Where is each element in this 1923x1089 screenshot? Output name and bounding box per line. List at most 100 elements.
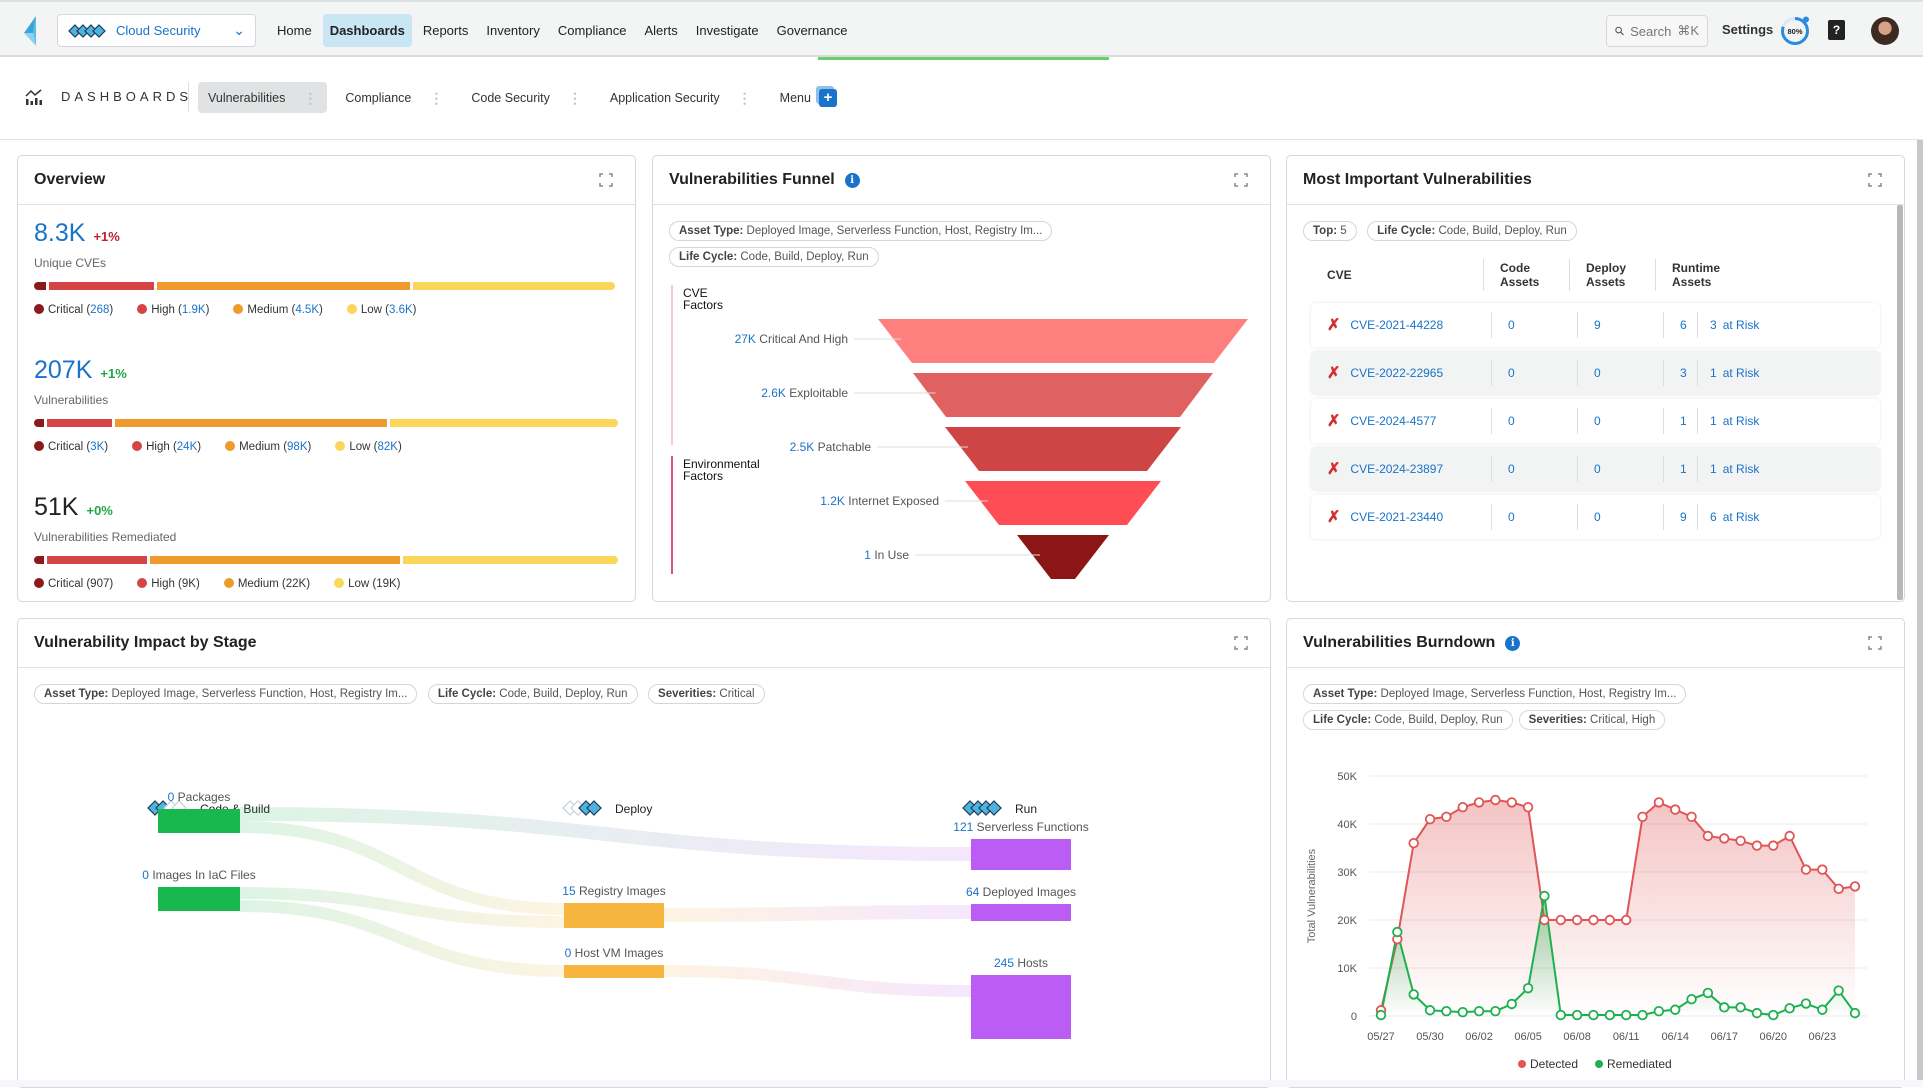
point-remediated[interactable] (1719, 1002, 1730, 1013)
legend-item-low[interactable]: Low (3.6K) (346, 304, 417, 316)
at-risk-label[interactable]: at Risk (1723, 462, 1760, 476)
sankey-node-serverless[interactable] (971, 839, 1071, 870)
point-remediated[interactable] (1375, 1009, 1387, 1021)
severity-segment-low[interactable] (390, 419, 618, 427)
panel-scrollbar[interactable] (1897, 205, 1903, 600)
sankey-node-hosts[interactable] (971, 975, 1071, 1039)
severity-segment-high[interactable] (47, 556, 148, 564)
filter-chip-top[interactable]: Top: 5 (1303, 221, 1357, 241)
funnel-stage-in-use[interactable] (1017, 535, 1109, 579)
point-remediated[interactable] (1539, 890, 1550, 902)
point-remediated[interactable] (1424, 1005, 1436, 1016)
point-detected[interactable] (1637, 811, 1648, 823)
runtime-assets-cell[interactable]: 6 (1663, 312, 1697, 338)
legend-value[interactable]: 907 (90, 578, 109, 590)
runtime-assets-cell[interactable]: 3 (1663, 360, 1697, 386)
point-remediated[interactable] (1817, 1004, 1828, 1015)
legend-marker-remediated[interactable] (1595, 1060, 1603, 1068)
point-remediated[interactable] (1473, 1006, 1485, 1017)
expand-icon[interactable] (1868, 173, 1882, 187)
point-remediated[interactable] (1571, 1009, 1583, 1021)
legend-item-low[interactable]: Low (82K) (335, 441, 402, 453)
at-risk-count[interactable]: 1 (1710, 414, 1717, 428)
funnel-stage-patchable[interactable] (945, 427, 1181, 471)
sankey-node-value[interactable]: 64 (966, 885, 980, 899)
settings-link[interactable]: Settings (1722, 22, 1773, 37)
tab-code-security[interactable]: Code Security ⋮ (461, 82, 592, 113)
legend-item-medium[interactable]: Medium (22K) (223, 578, 310, 590)
point-remediated[interactable] (1522, 982, 1534, 994)
kebab-menu-icon[interactable]: ⋮ (429, 91, 443, 105)
stat-value[interactable]: 207K (34, 356, 92, 384)
legend-item-low[interactable]: Low (19K) (334, 578, 401, 590)
sankey-node-value[interactable]: 245 (994, 956, 1014, 970)
legend-item-high[interactable]: High (24K) (132, 441, 201, 453)
help-book-icon[interactable]: ? (1828, 20, 1845, 40)
filter-chip-severities[interactable]: Severities: Critical (648, 684, 765, 704)
filter-chip-severities[interactable]: Severities: Critical, High (1518, 710, 1666, 730)
legend-value[interactable]: 1.9K (182, 304, 206, 316)
point-detected[interactable] (1653, 797, 1665, 808)
point-remediated[interactable] (1686, 993, 1697, 1005)
point-remediated[interactable] (1588, 1009, 1599, 1021)
severity-segment-low[interactable] (402, 556, 618, 564)
tab-vulnerabilities[interactable]: Vulnerabilities ⋮ (198, 82, 328, 113)
at-risk-count[interactable]: 3 (1710, 318, 1717, 332)
sankey-node-value[interactable]: 121 (953, 820, 973, 834)
point-remediated[interactable] (1670, 1004, 1681, 1015)
cve-link[interactable]: CVE-2021-23440 (1350, 510, 1443, 524)
nav-compliance[interactable]: Compliance (551, 14, 634, 47)
point-detected[interactable] (1457, 802, 1468, 813)
filter-chip-life-cycle[interactable]: Life Cycle: Code, Build, Deploy, Run (1303, 710, 1513, 730)
kebab-menu-icon[interactable]: ⋮ (303, 91, 317, 105)
funnel-stage-critical-and-high[interactable] (878, 319, 1248, 363)
table-row[interactable]: ✗ CVE-2024-23897 0 0 1 1 at Risk (1311, 447, 1880, 491)
info-icon[interactable]: i (844, 172, 860, 188)
filter-chip-life-cycle[interactable]: Life Cycle: Code, Build, Deploy, Run (427, 684, 638, 704)
legend-value[interactable]: 3K (90, 441, 104, 453)
point-detected[interactable] (1702, 830, 1714, 842)
point-detected[interactable] (1849, 881, 1861, 892)
point-detected[interactable] (1571, 914, 1583, 926)
point-remediated[interactable] (1702, 987, 1714, 999)
point-remediated[interactable] (1800, 998, 1812, 1009)
onboarding-progress-ring[interactable]: 80% (1780, 16, 1810, 46)
point-detected[interactable] (1490, 794, 1501, 806)
point-detected[interactable] (1588, 914, 1599, 926)
header-cve[interactable]: CVE (1303, 259, 1483, 291)
add-dashboard-icon[interactable]: + (818, 88, 837, 107)
point-detected[interactable] (1800, 864, 1812, 875)
point-detected[interactable] (1620, 914, 1632, 926)
point-detected[interactable] (1522, 802, 1534, 813)
table-row[interactable]: ✗ CVE-2021-44228 0 9 6 3 at Risk (1311, 303, 1880, 347)
at-risk-cell[interactable]: 1 at Risk (1697, 456, 1759, 482)
severity-segment-medium[interactable] (157, 282, 411, 290)
funnel-stage-internet-exposed[interactable] (965, 481, 1161, 525)
at-risk-count[interactable]: 1 (1710, 462, 1717, 476)
legend-value[interactable]: 82K (377, 441, 397, 453)
code-assets-cell[interactable]: 0 (1491, 408, 1577, 434)
legend-value[interactable]: 9K (182, 578, 196, 590)
filter-chip-asset-type[interactable]: Asset Type: Deployed Image, Serverless F… (1303, 684, 1687, 704)
header-code-assets[interactable]: Code Assets (1483, 259, 1569, 291)
legend-item-medium[interactable]: Medium (98K) (225, 441, 311, 453)
sankey-link-registry-deployed[interactable] (663, 905, 972, 922)
legend-item-critical[interactable]: Critical (268) (34, 304, 113, 316)
point-remediated[interactable] (1604, 1009, 1616, 1021)
point-remediated[interactable] (1506, 998, 1517, 1010)
deploy-assets-cell[interactable]: 0 (1577, 456, 1663, 482)
code-assets-cell[interactable]: 0 (1491, 312, 1577, 338)
point-remediated[interactable] (1833, 985, 1844, 996)
filter-chip-life-cycle[interactable]: Life Cycle: Code, Build, Deploy, Run (1367, 221, 1577, 241)
at-risk-label[interactable]: at Risk (1723, 510, 1760, 524)
at-risk-cell[interactable]: 1 at Risk (1697, 360, 1759, 386)
point-detected[interactable] (1735, 835, 1746, 847)
filter-chip-asset-type[interactable]: Asset Type: Deployed Image, Serverless F… (34, 684, 418, 704)
point-detected[interactable] (1424, 813, 1436, 825)
point-detected[interactable] (1719, 833, 1730, 844)
point-remediated[interactable] (1768, 1009, 1779, 1021)
dashboard-menu-button[interactable]: Menu + (770, 82, 847, 113)
severity-segment-high[interactable] (46, 419, 112, 427)
expand-icon[interactable] (1234, 636, 1248, 650)
runtime-assets-cell[interactable]: 1 (1663, 456, 1697, 482)
